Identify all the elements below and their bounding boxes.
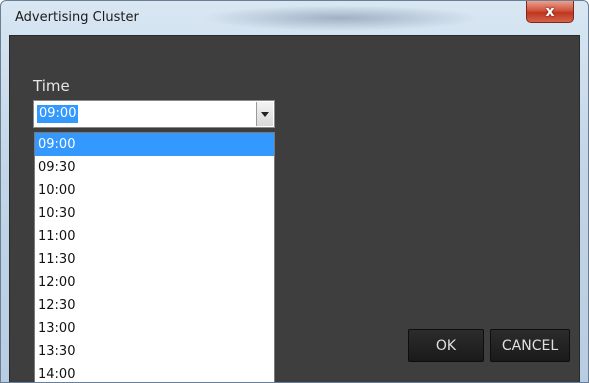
chevron-down-icon [261,111,269,117]
dropdown-option[interactable]: 10:00 [35,179,274,202]
dropdown-option[interactable]: 13:00 [35,317,274,340]
dropdown-option[interactable]: 14:00 [35,363,274,382]
advertising-cluster-dialog: Advertising Cluster x Time 09:00 09:00 0… [0,0,589,383]
dropdown-option[interactable]: 12:00 [35,271,274,294]
dropdown-arrow-button[interactable] [256,102,273,126]
time-select-value: 09:00 [37,105,79,123]
time-dropdown-list[interactable]: 09:00 09:30 10:00 10:30 11:00 11:30 12:0… [34,132,275,382]
dropdown-option[interactable]: 11:30 [35,248,274,271]
cancel-button[interactable]: CANCEL [490,329,570,362]
close-button[interactable]: x [526,1,574,23]
ok-button[interactable]: OK [408,329,484,362]
close-icon: x [545,3,555,20]
dialog-content: Time 09:00 09:00 09:30 10:00 10:30 11:00… [9,35,580,382]
window-title: Advertising Cluster [15,10,139,25]
dropdown-option[interactable]: 10:30 [35,202,274,225]
time-select[interactable]: 09:00 [33,100,275,128]
title-bar[interactable]: Advertising Cluster x [1,1,588,35]
time-label: Time [33,77,70,95]
dropdown-option[interactable]: 12:30 [35,294,274,317]
dropdown-option[interactable]: 09:30 [35,156,274,179]
dropdown-option[interactable]: 13:30 [35,340,274,363]
dropdown-option[interactable]: 09:00 [35,133,274,156]
dropdown-option[interactable]: 11:00 [35,225,274,248]
